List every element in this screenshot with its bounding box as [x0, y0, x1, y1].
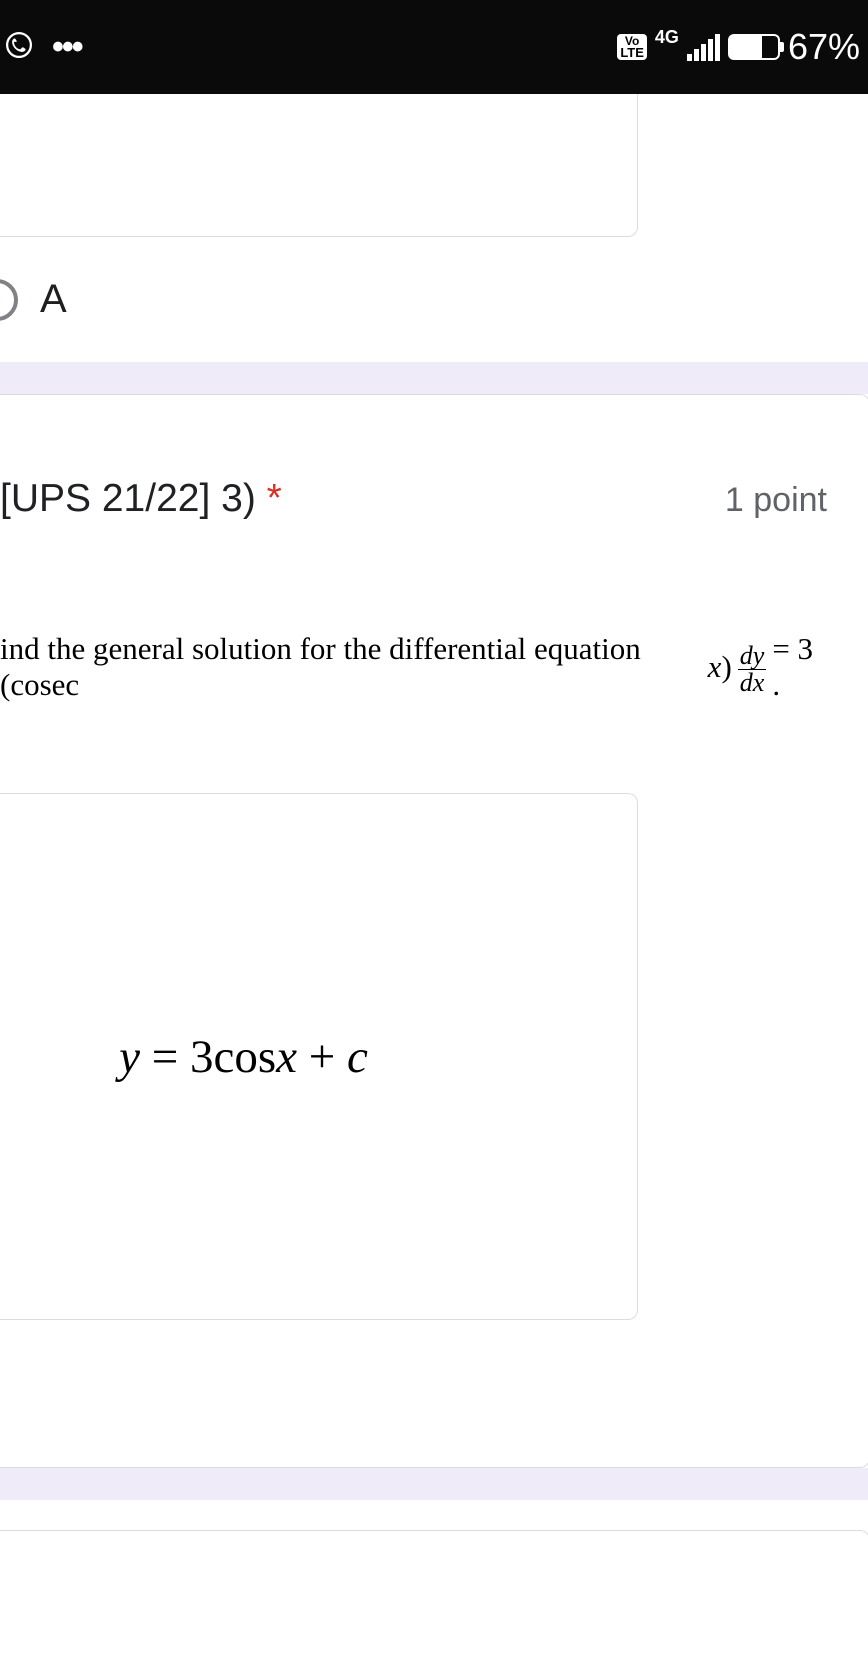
prompt-prefix: ind the general solution for the differe…	[0, 631, 708, 703]
question-header: [UPS 21/22] 3) * 1 point	[0, 477, 827, 521]
ans-plus: +	[297, 1031, 347, 1083]
question-card: [UPS 21/22] 3) * 1 point ind the general…	[0, 394, 868, 1468]
frac-den: dx	[738, 670, 767, 696]
network-label: 4G	[655, 27, 679, 48]
battery-text: 67%	[788, 26, 860, 68]
question-title: [UPS 21/22] 3) *	[0, 477, 282, 521]
prompt-eq: = 3 .	[772, 631, 827, 703]
ans-c: c	[347, 1031, 368, 1083]
question-prompt: ind the general solution for the differe…	[0, 631, 827, 703]
option-a-label: A	[40, 277, 67, 322]
volte-icon: Vo LTE	[617, 34, 647, 60]
status-left: •••	[4, 28, 82, 67]
ans-x: x	[276, 1031, 297, 1083]
ans-eq: = 3	[140, 1031, 214, 1083]
radio-a[interactable]	[0, 279, 18, 321]
ans-cos: cos	[213, 1031, 276, 1083]
card-divider-2	[0, 1468, 868, 1500]
content: A [UPS 21/22] 3) * 1 point ind the gener…	[0, 94, 868, 1580]
more-icon: •••	[52, 28, 82, 67]
fraction: dy dx	[738, 643, 767, 696]
volte-bot: LTE	[620, 47, 644, 59]
frac-num: dy	[738, 643, 767, 670]
next-card-top	[0, 1530, 868, 1580]
title-text: [UPS 21/22] 3)	[0, 477, 267, 520]
required-star: *	[267, 477, 282, 520]
prompt-paren: )	[721, 649, 731, 685]
battery-icon	[728, 34, 780, 60]
card-divider	[0, 362, 868, 394]
whatsapp-icon	[4, 30, 34, 65]
prompt-var: x	[708, 649, 722, 685]
status-right: Vo LTE 4G 67%	[617, 26, 860, 68]
status-bar: ••• Vo LTE 4G 67%	[0, 0, 868, 94]
ans-lhs: y	[119, 1031, 140, 1083]
prev-answer-box	[0, 94, 638, 237]
answer-formula: y = 3cosx + c	[119, 1030, 368, 1084]
option-a[interactable]: A	[0, 237, 868, 362]
answer-box: y = 3cosx + c	[0, 793, 638, 1320]
option-b[interactable]: B	[0, 1320, 827, 1445]
question-points: 1 point	[725, 481, 827, 520]
signal-icon	[687, 34, 720, 61]
